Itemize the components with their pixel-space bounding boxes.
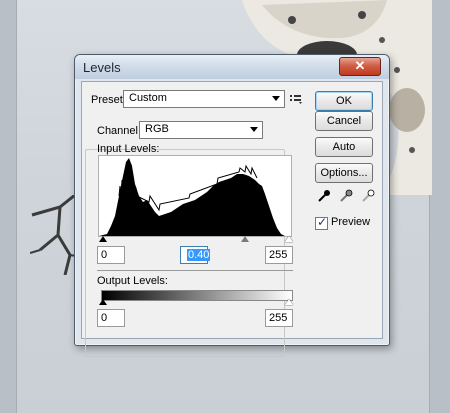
output-white-field[interactable]: 255: [265, 309, 293, 327]
right-panel-edge: [429, 0, 450, 413]
output-gradient-bar: [101, 290, 293, 301]
dialog-title: Levels: [83, 60, 121, 75]
checkmark-icon: ✓: [317, 215, 328, 229]
input-black-field[interactable]: 0: [97, 246, 125, 264]
output-black-field[interactable]: 0: [97, 309, 125, 327]
chevron-down-icon: [250, 127, 258, 132]
preset-dropdown[interactable]: Custom: [123, 90, 285, 108]
histogram-graph: [99, 158, 285, 236]
white-eyedropper-icon[interactable]: [361, 189, 375, 203]
divider: [97, 270, 293, 271]
left-panel-edge: [0, 0, 17, 413]
input-gamma-value: 0.40: [187, 249, 211, 261]
levels-dialog: Levels ✕ Preset: Custom Channel: RGB Inp…: [74, 54, 390, 357]
input-black-value: 0: [101, 249, 108, 261]
channel-dropdown[interactable]: RGB: [139, 121, 263, 139]
cancel-button[interactable]: Cancel: [315, 111, 373, 131]
input-white-slider[interactable]: [285, 236, 293, 242]
output-white-slider[interactable]: [285, 299, 293, 305]
chevron-down-icon: [272, 96, 280, 101]
output-black-slider[interactable]: [99, 299, 107, 305]
auto-button[interactable]: Auto: [315, 137, 373, 157]
preview-checkbox[interactable]: ✓: [315, 215, 328, 230]
channel-value: RGB: [145, 123, 169, 135]
options-button[interactable]: Options...: [315, 163, 373, 183]
channel-label: Channel:: [97, 125, 142, 137]
presets-menu-icon[interactable]: [290, 94, 302, 104]
input-gamma-slider[interactable]: [241, 236, 249, 242]
input-white-value: 255: [269, 249, 288, 261]
output-white-value: 255: [269, 312, 288, 324]
input-black-slider[interactable]: [99, 236, 107, 242]
input-levels-label: Input Levels:: [97, 143, 160, 155]
preset-value: Custom: [129, 92, 167, 104]
output-levels-label: Output Levels:: [97, 275, 168, 287]
input-gamma-field[interactable]: 0.40: [180, 246, 211, 264]
ok-button[interactable]: OK: [315, 91, 373, 111]
output-black-value: 0: [101, 312, 108, 324]
histogram: [98, 155, 292, 237]
preview-label[interactable]: Preview: [331, 216, 370, 228]
dialog-titlebar[interactable]: Levels ✕: [75, 55, 389, 79]
input-white-field[interactable]: 255: [265, 246, 293, 264]
preset-label: Preset:: [91, 94, 126, 106]
close-button[interactable]: ✕: [339, 57, 381, 76]
black-eyedropper-icon[interactable]: [317, 189, 331, 203]
gray-eyedropper-icon[interactable]: [339, 189, 353, 203]
